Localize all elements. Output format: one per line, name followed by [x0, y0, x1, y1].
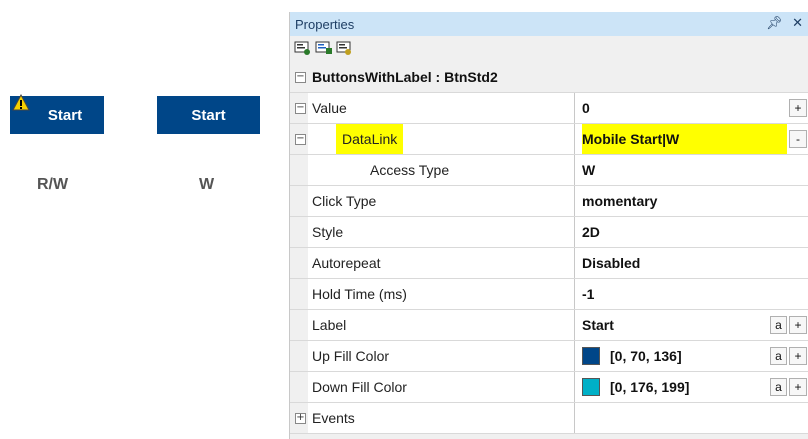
- add-button[interactable]: +: [789, 378, 807, 396]
- property-row-label[interactable]: Label Start a +: [290, 310, 808, 341]
- property-row-click-type[interactable]: Click Type momentary: [290, 186, 808, 217]
- property-pages-icon[interactable]: [336, 40, 354, 56]
- color-swatch[interactable]: [582, 347, 600, 365]
- start-button-rw[interactable]: Start: [10, 94, 104, 134]
- object-header: ButtonsWithLabel : BtnStd2: [312, 69, 498, 85]
- close-icon[interactable]: ✕: [792, 15, 803, 30]
- start-button-label: Start: [191, 106, 226, 124]
- property-row-style[interactable]: Style 2D: [290, 217, 808, 248]
- collapse-icon[interactable]: −: [295, 134, 306, 145]
- property-name: Autorepeat: [312, 255, 381, 271]
- translate-button[interactable]: a: [770, 378, 787, 396]
- property-row-down-fill-color[interactable]: Down Fill Color [0, 176, 199] a +: [290, 372, 808, 403]
- alphabetical-view-icon[interactable]: [315, 40, 333, 56]
- property-row-hold-time[interactable]: Hold Time (ms) -1: [290, 279, 808, 310]
- property-value[interactable]: 0: [582, 93, 590, 123]
- property-value[interactable]: 2D: [582, 217, 600, 247]
- property-name: Click Type: [312, 193, 377, 209]
- property-row-autorepeat[interactable]: Autorepeat Disabled: [290, 248, 808, 279]
- categorized-view-icon[interactable]: [294, 40, 312, 56]
- properties-panel: Properties 📌︎ ✕ − ButtonsWithLabel : Btn…: [289, 12, 808, 439]
- property-name: Value: [312, 100, 347, 116]
- property-value[interactable]: [0, 176, 199]: [610, 372, 689, 402]
- property-name: Access Type: [370, 162, 450, 178]
- collapse-icon[interactable]: −: [295, 72, 306, 83]
- translate-button[interactable]: a: [770, 347, 787, 365]
- add-button[interactable]: +: [789, 99, 807, 117]
- pin-icon[interactable]: 📌︎: [766, 15, 783, 30]
- property-value[interactable]: momentary: [582, 186, 657, 216]
- property-row-events[interactable]: + Events: [290, 403, 808, 434]
- property-value[interactable]: Start: [582, 310, 614, 340]
- property-name: DataLink: [336, 124, 404, 154]
- add-button[interactable]: +: [789, 347, 807, 365]
- property-value[interactable]: W: [582, 155, 595, 185]
- add-button[interactable]: +: [789, 316, 807, 334]
- start-button-label: Start: [47, 106, 83, 124]
- property-row-up-fill-color[interactable]: Up Fill Color [0, 70, 136] a +: [290, 341, 808, 372]
- property-name: Style: [312, 224, 344, 240]
- translate-button[interactable]: a: [770, 316, 787, 334]
- property-row-access-type[interactable]: Access Type W: [290, 155, 808, 186]
- property-row-datalink[interactable]: − DataLink Mobile Start|W -: [290, 124, 808, 155]
- property-row-value[interactable]: − Value 0 +: [290, 93, 808, 124]
- color-swatch[interactable]: [582, 378, 600, 396]
- properties-titlebar: Properties 📌︎ ✕: [290, 12, 808, 36]
- property-name: Hold Time (ms): [312, 286, 407, 302]
- caption-w: W: [199, 176, 215, 193]
- property-name: Label: [312, 317, 347, 333]
- property-name: Up Fill Color: [312, 348, 390, 364]
- collapse-icon[interactable]: −: [295, 103, 306, 114]
- properties-toolbar: [290, 36, 808, 60]
- panel-title: Properties: [295, 16, 355, 32]
- object-header-row[interactable]: − ButtonsWithLabel : BtnStd2: [290, 62, 808, 93]
- remove-button[interactable]: -: [789, 130, 807, 148]
- start-button-w[interactable]: Start: [157, 96, 260, 134]
- caption-rw: R/W: [37, 176, 69, 193]
- property-value[interactable]: Disabled: [582, 248, 640, 278]
- property-name: Down Fill Color: [312, 379, 407, 395]
- property-value[interactable]: -1: [582, 279, 594, 309]
- expand-icon[interactable]: +: [295, 413, 306, 424]
- warning-icon: [12, 94, 30, 111]
- property-name: Events: [312, 410, 355, 426]
- property-value[interactable]: Mobile Start|W: [582, 124, 787, 154]
- property-grid: − ButtonsWithLabel : BtnStd2 − Value 0 +…: [290, 62, 808, 434]
- property-value[interactable]: [0, 70, 136]: [610, 341, 682, 371]
